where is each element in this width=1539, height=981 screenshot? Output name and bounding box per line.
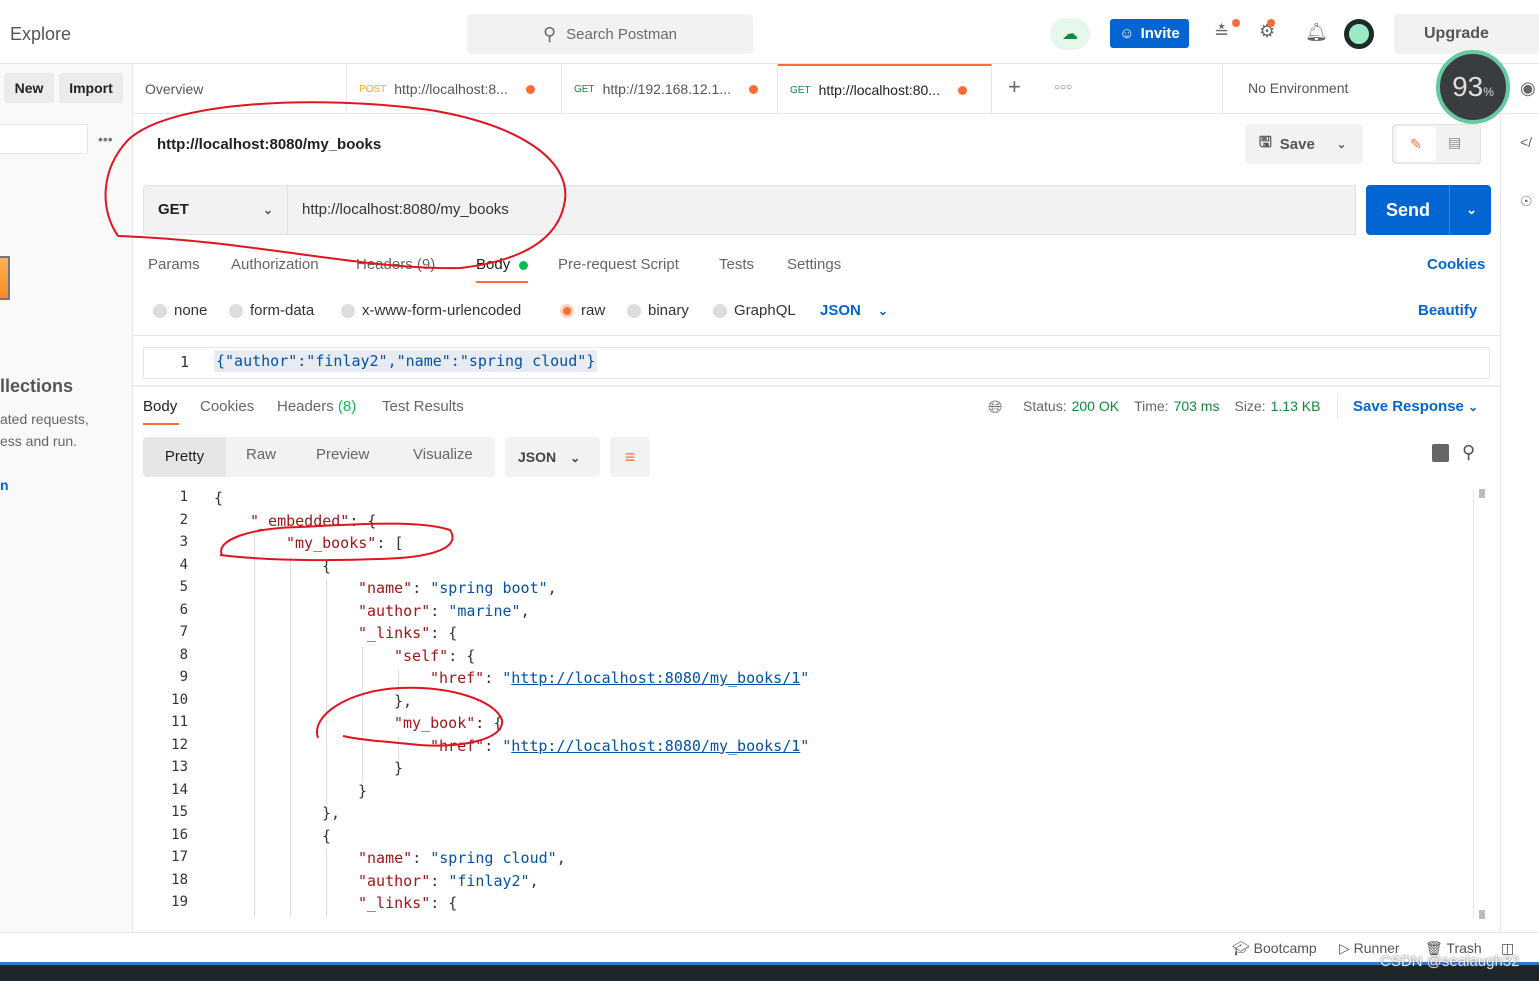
annotation-marks [104, 101, 567, 747]
bootcamp-button[interactable]: 🎓︎ Bootcamp [1232, 940, 1317, 957]
watermark: CSDN @sealaugh32 [1380, 953, 1520, 970]
taskbar [0, 962, 1539, 981]
